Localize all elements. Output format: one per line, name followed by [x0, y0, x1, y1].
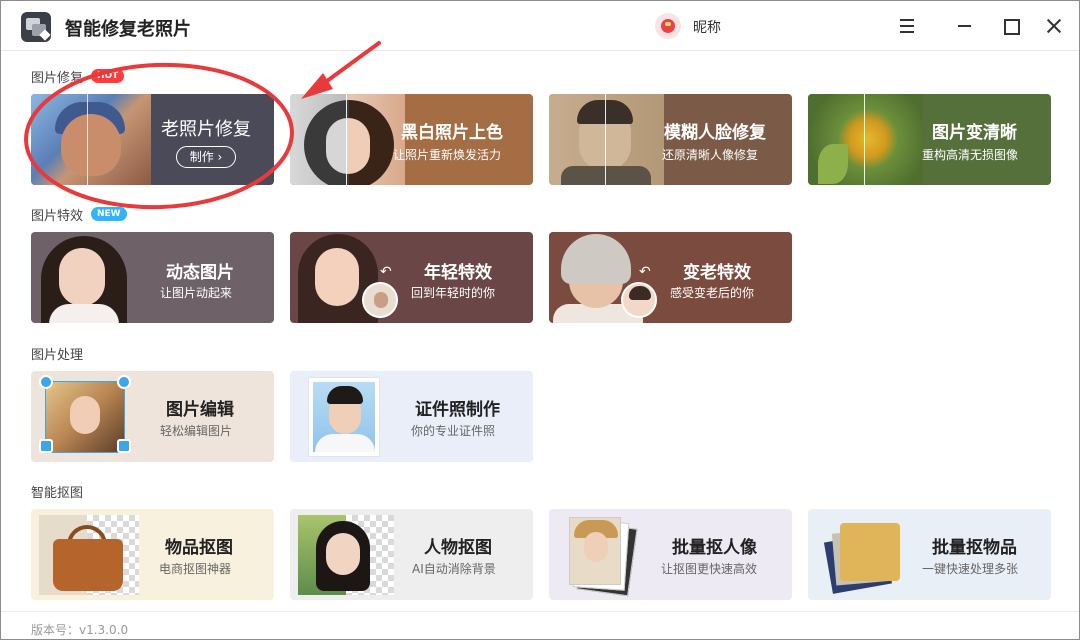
- drop-handle-icon: [117, 375, 131, 389]
- card-title: 动态图片: [166, 263, 234, 283]
- dynamic-thumbnail: [31, 232, 141, 323]
- card-subtitle: 重构高清无损图像: [922, 148, 1019, 162]
- close-icon[interactable]: [1041, 13, 1067, 39]
- section-title-restore: 图片修复: [31, 71, 84, 86]
- card-image-sharpen[interactable]: 图片变清晰 重构高清无损图像: [808, 94, 1051, 185]
- card-subtitle: 一键快速处理多张: [922, 562, 1019, 576]
- card-bw-colorize[interactable]: 黑白照片上色 让照片重新焕发活力: [290, 94, 533, 185]
- card-title: 变老特效: [683, 263, 751, 283]
- version-label: 版本号：v1.3.0.0: [31, 623, 129, 637]
- flower-thumbnail: [808, 94, 923, 185]
- card-title: 图片变清晰: [932, 123, 1017, 143]
- card-title: 证件照制作: [415, 400, 500, 420]
- card-person-cutout[interactable]: 人物抠图 AI自动消除背景: [290, 509, 533, 600]
- card-subtitle: AI自动消除背景: [412, 562, 496, 576]
- card-title: 批量抠人像: [672, 538, 757, 558]
- edit-thumbnail: [45, 381, 125, 453]
- section-title-process: 图片处理: [31, 348, 84, 363]
- user-nickname[interactable]: 昵称: [693, 17, 721, 37]
- id-photo-thumbnail: [308, 377, 380, 457]
- title-bar: 智能修复老照片 昵称: [1, 1, 1079, 51]
- card-batch-item-cutout[interactable]: 批量抠物品 一键快速处理多张: [808, 509, 1051, 600]
- handbag-thumbnail: [53, 539, 123, 591]
- card-subtitle: 让照片重新焕发活力: [393, 148, 502, 162]
- resize-handle-icon: [39, 439, 53, 453]
- card-blur-face-repair[interactable]: 模糊人脸修复 还原清晰人像修复: [549, 94, 792, 185]
- card-subtitle: 轻松编辑图片: [160, 424, 233, 438]
- card-dynamic-image[interactable]: 动态图片 让图片动起来: [31, 232, 274, 323]
- card-title: 图片编辑: [166, 400, 234, 420]
- old-photo-thumbnail: [31, 94, 151, 185]
- card-subtitle: 还原清晰人像修复: [662, 148, 759, 162]
- bw-thumbnail: [290, 94, 405, 185]
- card-id-photo[interactable]: 证件照制作 你的专业证件照: [290, 371, 533, 462]
- resize-handle-icon: [117, 439, 131, 453]
- card-title: 模糊人脸修复: [664, 123, 766, 143]
- card-title: 黑白照片上色: [401, 123, 503, 143]
- user-avatar[interactable]: [655, 13, 681, 39]
- card-subtitle: 感受变老后的你: [670, 286, 755, 300]
- card-title: 人物抠图: [424, 538, 492, 558]
- blur-face-thumbnail: [549, 94, 664, 185]
- status-bar: 版本号：v1.3.0.0: [1, 611, 1079, 639]
- section-title-effects: 图片特效: [31, 209, 84, 224]
- card-subtitle: 让抠图更快速高效: [661, 562, 758, 576]
- card-subtitle: 让图片动起来: [160, 286, 233, 300]
- app-title: 智能修复老照片: [65, 19, 191, 40]
- card-subtitle: 回到年轻时的你: [411, 286, 496, 300]
- card-young-effect[interactable]: ↶ 年轻特效 回到年轻时的你: [290, 232, 533, 323]
- person-stack-thumbnail: [569, 517, 621, 585]
- card-subtitle: 电商抠图神器: [159, 562, 232, 576]
- make-button[interactable]: 制作 ›: [176, 146, 236, 168]
- card-old-photo-repair[interactable]: 老照片修复 制作 ›: [31, 94, 274, 185]
- new-badge: NEW: [91, 207, 127, 221]
- menu-icon[interactable]: [894, 13, 920, 39]
- maximize-icon[interactable]: [997, 13, 1023, 39]
- rotate-handle-icon: [39, 375, 53, 389]
- minimize-icon[interactable]: [951, 13, 977, 39]
- app-logo-icon: [21, 12, 51, 42]
- card-title: 老照片修复: [161, 119, 251, 140]
- card-batch-person-cutout[interactable]: 批量抠人像 让抠图更快速高效: [549, 509, 792, 600]
- card-subtitle: 你的专业证件照: [411, 424, 496, 438]
- card-title: 物品抠图: [165, 538, 233, 558]
- card-image-edit[interactable]: 图片编辑 轻松编辑图片: [31, 371, 274, 462]
- curved-arrow-icon: ↶: [639, 264, 651, 280]
- shirt-stack-thumbnail: [840, 523, 900, 581]
- section-title-cutout: 智能抠图: [31, 486, 84, 501]
- card-aged-effect[interactable]: ↶ 变老特效 感受变老后的你: [549, 232, 792, 323]
- hot-badge: HOT: [91, 69, 125, 83]
- card-title: 年轻特效: [424, 263, 492, 283]
- card-title: 批量抠物品: [932, 538, 1017, 558]
- card-item-cutout[interactable]: 物品抠图 电商抠图神器: [31, 509, 274, 600]
- curved-arrow-icon: ↶: [380, 264, 392, 280]
- app-window: 智能修复老照片 昵称 图片修复 HOT 老照片修复 制作 › 黑白照片上色 让照…: [0, 0, 1080, 640]
